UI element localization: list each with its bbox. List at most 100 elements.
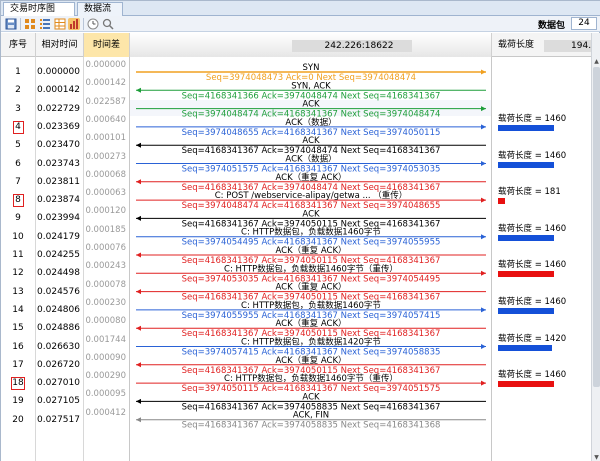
row-number[interactable]: 10: [1, 228, 35, 246]
payload-label: 载荷长度 = 1460: [498, 260, 567, 271]
time-diff-cell: 0.000230: [85, 297, 126, 308]
message-title: SYN: [303, 63, 320, 73]
scrollbar-thumb[interactable]: [593, 67, 600, 387]
message-2[interactable]: SYN, ACKSeq=4168341366 Ack=3974048474 Ne…: [136, 81, 486, 101]
vertical-scrollbar[interactable]: ▲ ▼: [591, 57, 600, 461]
row-number-text: 16: [12, 341, 24, 352]
payload-label: 载荷长度 = 1460: [498, 223, 567, 234]
save-icon[interactable]: [5, 18, 17, 30]
header-seq[interactable]: 序号: [1, 33, 35, 57]
arrow-head-icon: [136, 179, 141, 185]
time-diff-cell: 0.000076: [85, 243, 126, 253]
message-11[interactable]: ACK（重复 ACK）Seq=4168341367 Ack=3974050115…: [136, 245, 486, 266]
arrow-head-icon: [136, 398, 141, 404]
tab-data-flow[interactable]: 数据流: [77, 2, 123, 16]
message-title: ACK: [302, 392, 320, 402]
row-number[interactable]: 5: [1, 136, 35, 154]
row-number[interactable]: 13: [1, 283, 35, 301]
row-number[interactable]: 20: [1, 411, 35, 429]
host-client: 242.226:18622: [292, 40, 412, 52]
payload-bar: [498, 271, 554, 278]
row-number[interactable]: 18: [1, 374, 35, 392]
row-number-text: 15: [12, 323, 24, 334]
row-number-text: 19: [12, 396, 24, 407]
clock-icon[interactable]: [87, 18, 99, 30]
relative-time-cell: 0.024498: [37, 268, 80, 279]
relative-time-cell: 0.023874: [37, 195, 80, 206]
table-icon[interactable]: [54, 18, 66, 30]
message-9[interactable]: ACKSeq=4168341367 Ack=3974050115 Next Se…: [136, 209, 486, 229]
header-payload[interactable]: 载荷长度: [491, 33, 591, 57]
row-number-text: 7: [15, 176, 21, 187]
arrow-head-icon: [136, 87, 141, 93]
message-8[interactable]: C: POST /webservice-alipay/getwa ... （重传…: [136, 190, 486, 211]
message-title: ACK, FIN: [293, 411, 329, 421]
message-6[interactable]: ACK（数据）Seq=3974051575 Ack=4168341367 Nex…: [136, 154, 486, 175]
tab-sequence-diagram[interactable]: 交易时序图: [3, 2, 75, 16]
sequence-diagram: SYNSeq=3974048473 Ack=0 Next Seq=3974048…: [130, 63, 492, 431]
row-number[interactable]: 17: [1, 356, 35, 374]
message-17[interactable]: ACK（重复 ACK）Seq=4168341367 Ack=3974050115…: [136, 355, 486, 376]
message-15[interactable]: ACK（重复 ACK）Seq=4168341367 Ack=3974050115…: [136, 318, 486, 339]
time-diff-cell: 0.000068: [85, 169, 126, 180]
grid-icon[interactable]: [24, 18, 36, 30]
payload-label: 载荷长度 = 181: [498, 187, 561, 198]
row-number[interactable]: 15: [1, 319, 35, 337]
row-number[interactable]: 14: [1, 301, 35, 319]
payload-bar: [498, 381, 554, 388]
message-4[interactable]: ACK（数据）Seq=3974048655 Ack=4168341367 Nex…: [136, 117, 486, 138]
header-relative-time[interactable]: 相对时间: [35, 33, 83, 57]
sort-icon[interactable]: [68, 18, 80, 30]
time-diff-cell: 0.000243: [85, 261, 126, 272]
message-10[interactable]: C: HTTP数据包，负载数据1460字节Seq=3974054495 Ack=…: [136, 227, 486, 248]
row-number[interactable]: 16: [1, 338, 35, 356]
scroll-up-icon[interactable]: ▲: [592, 57, 600, 66]
message-title: ACK: [302, 100, 320, 110]
search-icon[interactable]: [102, 18, 114, 30]
row-number[interactable]: 7: [1, 173, 35, 191]
time-diff-cell: 0.000290: [85, 371, 126, 382]
row-number[interactable]: 19: [1, 392, 35, 410]
payload-label: 载荷长度 = 1460: [498, 113, 567, 124]
message-title: ACK: [302, 136, 320, 146]
message-title: C: HTTP数据包，负载数据1460字节: [241, 300, 381, 311]
row-number[interactable]: 3: [1, 100, 35, 118]
message-19[interactable]: ACKSeq=4168341367 Ack=3974058835 Next Se…: [136, 392, 486, 412]
payload-bar: [498, 234, 554, 241]
relative-time-cell: 0.000142: [37, 85, 80, 96]
arrow-head-icon: [481, 234, 486, 240]
packet-count-value: 24: [571, 17, 597, 30]
message-13[interactable]: ACK（重复 ACK）Seq=4168341367 Ack=3974050115…: [136, 282, 486, 303]
relative-time-cell: 0.024886: [37, 323, 80, 334]
message-title: C: POST /webservice-alipay/getwa ... （重传…: [215, 190, 408, 201]
header-time-diff[interactable]: 时间差: [83, 33, 129, 57]
message-14[interactable]: C: HTTP数据包，负载数据1460字节Seq=3974055955 Ack=…: [136, 300, 486, 321]
row-number[interactable]: 9: [1, 209, 35, 227]
row-number[interactable]: 1: [1, 63, 35, 81]
list-icon[interactable]: [39, 18, 51, 30]
message-title: ACK（重复 ACK）: [275, 282, 346, 293]
time-diff-cell: 0.000273: [85, 151, 126, 162]
message-5[interactable]: ACKSeq=4168341367 Ack=3974048474 Next Se…: [136, 136, 486, 156]
message-flow-column: SYN Seq=3974048473 Ack=0 Next Seq=3974048…: [129, 57, 492, 461]
row-number-text: 4: [12, 120, 24, 134]
row-number[interactable]: 2: [1, 81, 35, 99]
message-7[interactable]: ACK（重复 ACK）Seq=4168341367 Ack=3974048474…: [136, 172, 486, 193]
arrow-head-icon: [481, 124, 486, 130]
row-number[interactable]: 6: [1, 155, 35, 173]
message-12[interactable]: C: HTTP数据包，负载数据1460字节（重传）Seq=3974053035 …: [136, 263, 486, 284]
message-1[interactable]: SYNSeq=3974048473 Ack=0 Next Seq=3974048…: [136, 63, 486, 83]
message-20[interactable]: ACK, FINSeq=4168341367 Ack=3974058835 Ne…: [136, 411, 486, 431]
time-diff-cell: 0.000095: [85, 389, 126, 400]
relative-time-cell: 0.027105: [37, 396, 80, 407]
arrow-head-icon: [136, 252, 141, 258]
relative-time-cell: 0.024179: [37, 231, 80, 242]
arrow-head-icon: [136, 215, 141, 221]
message-18[interactable]: C: HTTP数据包，负载数据1460字节（重传）Seq=3974050115 …: [136, 373, 486, 394]
row-number[interactable]: 8: [1, 191, 35, 209]
row-number[interactable]: 11: [1, 246, 35, 264]
message-16[interactable]: C: HTTP数据包，负载数据1420字节Seq=3974057415 Ack=…: [136, 337, 486, 358]
row-number[interactable]: 12: [1, 264, 35, 282]
row-number[interactable]: 4: [1, 118, 35, 136]
scroll-down-icon[interactable]: ▼: [592, 453, 600, 461]
